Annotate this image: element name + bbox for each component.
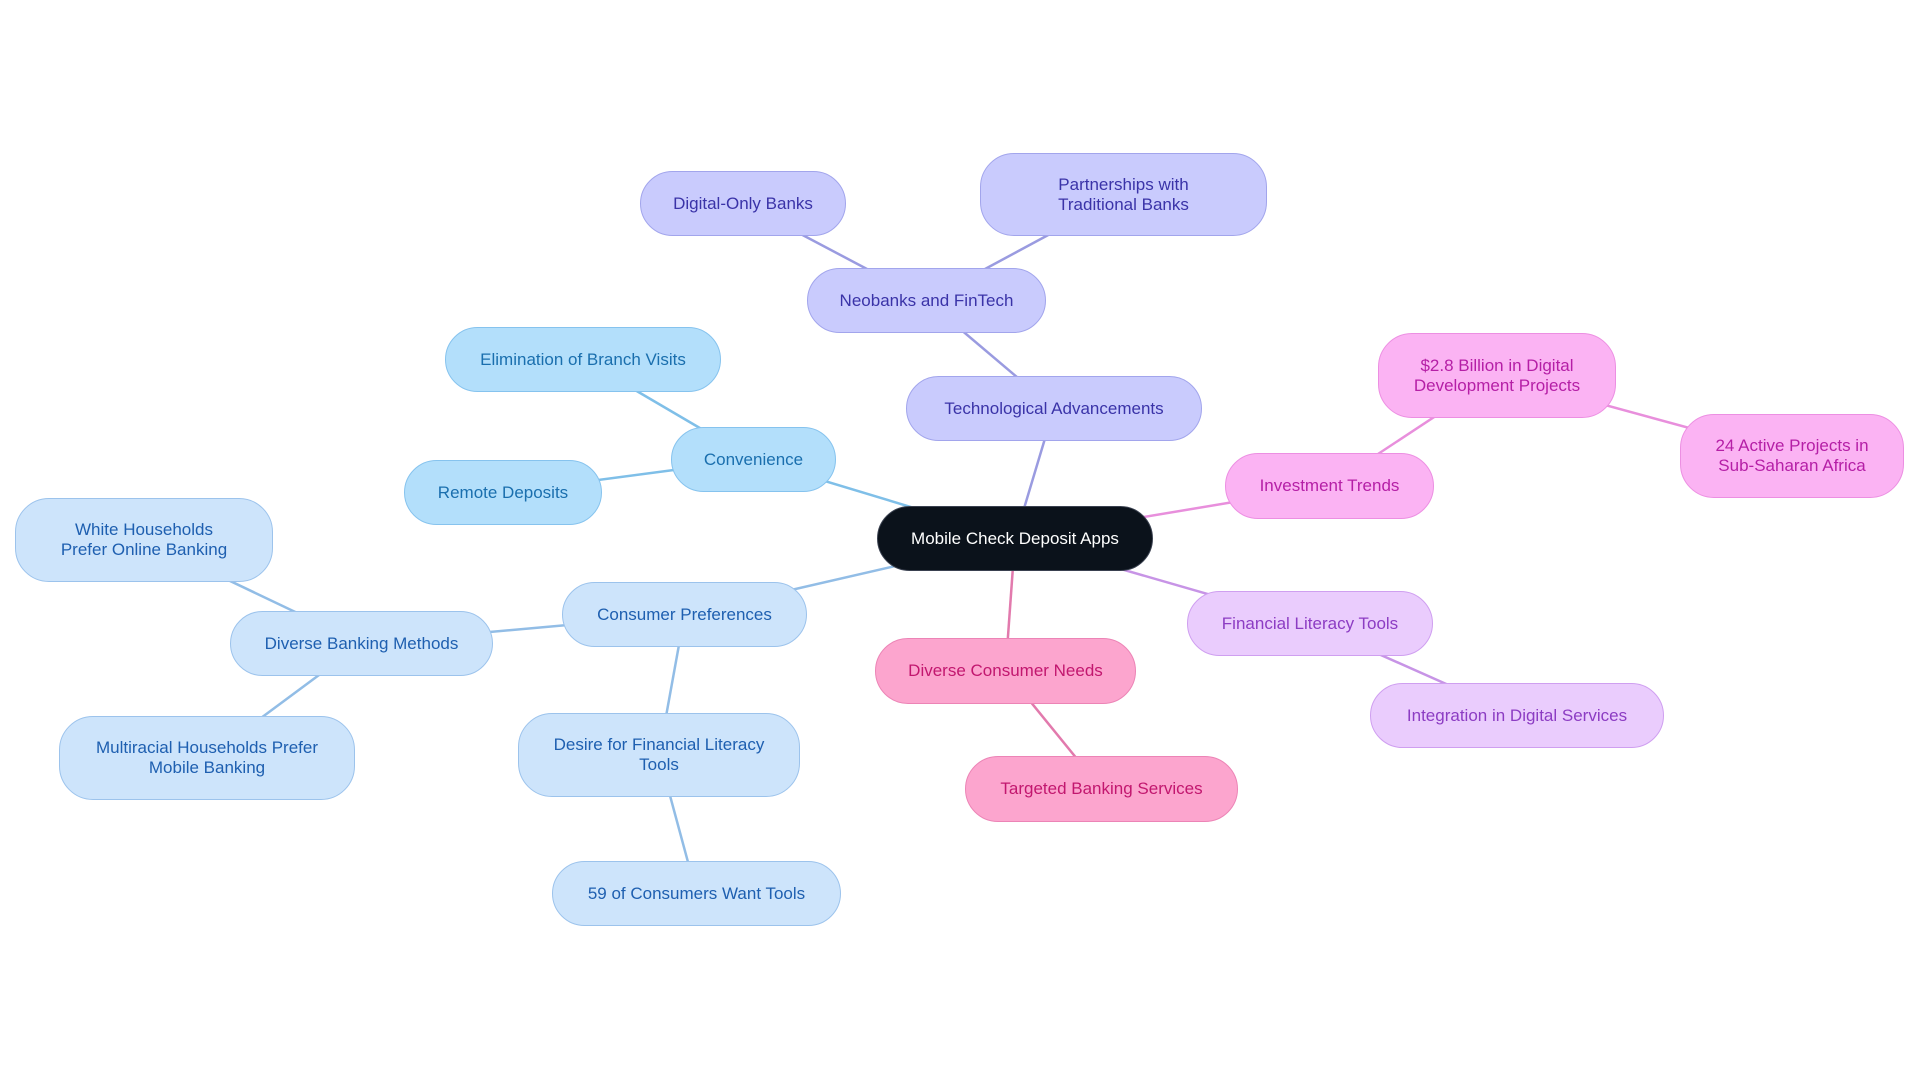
node-label: Elimination of Branch Visits [480, 349, 686, 369]
node-diverse-consumer-needs[interactable]: Diverse Consumer Needs [875, 638, 1136, 704]
node-digital-only-banks[interactable]: Digital-Only Banks [640, 171, 846, 236]
node-label: Remote Deposits [437, 482, 569, 502]
node-label: Mobile Check Deposit Apps [911, 528, 1119, 548]
node-desire-for-financial-literacy-tools[interactable]: Desire for Financial Literacy Tools [518, 713, 800, 797]
node-investment-trends[interactable]: Investment Trends [1225, 453, 1434, 519]
root-node-mobile-check-deposit-apps[interactable]: Mobile Check Deposit Apps [877, 506, 1153, 571]
node-elimination-of-branch-visits[interactable]: Elimination of Branch Visits [445, 327, 721, 392]
node-multiracial-households-prefer-mobile-banking[interactable]: Multiracial Households Prefer Mobile Ban… [59, 716, 355, 800]
node-label: Diverse Consumer Needs [908, 661, 1103, 680]
node-label: Investment Trends [1259, 476, 1400, 495]
node-targeted-banking-services[interactable]: Targeted Banking Services [965, 756, 1238, 822]
node-label: Integration in Digital Services [1406, 705, 1628, 725]
node-label: 24 Active Projects in Sub-Saharan Africa [1715, 436, 1869, 475]
node-label: Diverse Banking Methods [264, 633, 459, 653]
node-integration-in-digital-services[interactable]: Integration in Digital Services [1370, 683, 1664, 748]
node-label: Convenience [703, 449, 804, 469]
node-59-of-consumers-want-tools[interactable]: 59 of Consumers Want Tools [552, 861, 841, 926]
node-label: Multiracial Households Prefer Mobile Ban… [95, 738, 319, 777]
node-label: Financial Literacy Tools [1221, 613, 1399, 633]
node-remote-deposits[interactable]: Remote Deposits [404, 460, 602, 525]
node-label: $2.8 Billion in Digital Development Proj… [1413, 355, 1581, 395]
node-financial-literacy-tools[interactable]: Financial Literacy Tools [1187, 591, 1433, 656]
node-partnerships-with-traditional-banks[interactable]: Partnerships with Traditional Banks [980, 153, 1267, 236]
node-consumer-preferences[interactable]: Consumer Preferences [562, 582, 807, 647]
node-label: 59 of Consumers Want Tools [587, 883, 806, 903]
node-diverse-banking-methods[interactable]: Diverse Banking Methods [230, 611, 493, 676]
node-neobanks-and-fintech[interactable]: Neobanks and FinTech [807, 268, 1046, 333]
node-convenience[interactable]: Convenience [671, 427, 836, 492]
node-label: Targeted Banking Services [1000, 779, 1203, 798]
node-label: Neobanks and FinTech [839, 290, 1014, 310]
node-label: White Households Prefer Online Banking [60, 520, 228, 559]
node-24-active-projects-in-sub-saharan-africa[interactable]: 24 Active Projects in Sub-Saharan Africa [1680, 414, 1904, 498]
node-technological-advancements[interactable]: Technological Advancements [906, 376, 1202, 441]
node-white-households-prefer-online-banking[interactable]: White Households Prefer Online Banking [15, 498, 273, 582]
node-label: Technological Advancements [944, 398, 1164, 418]
node-label: Digital-Only Banks [673, 193, 813, 213]
node-2-8-billion-in-digital-development-projects[interactable]: $2.8 Billion in Digital Development Proj… [1378, 333, 1616, 418]
node-label: Consumer Preferences [597, 604, 772, 624]
node-label: Desire for Financial Literacy Tools [553, 735, 765, 774]
node-label: Partnerships with Traditional Banks [1058, 174, 1189, 214]
